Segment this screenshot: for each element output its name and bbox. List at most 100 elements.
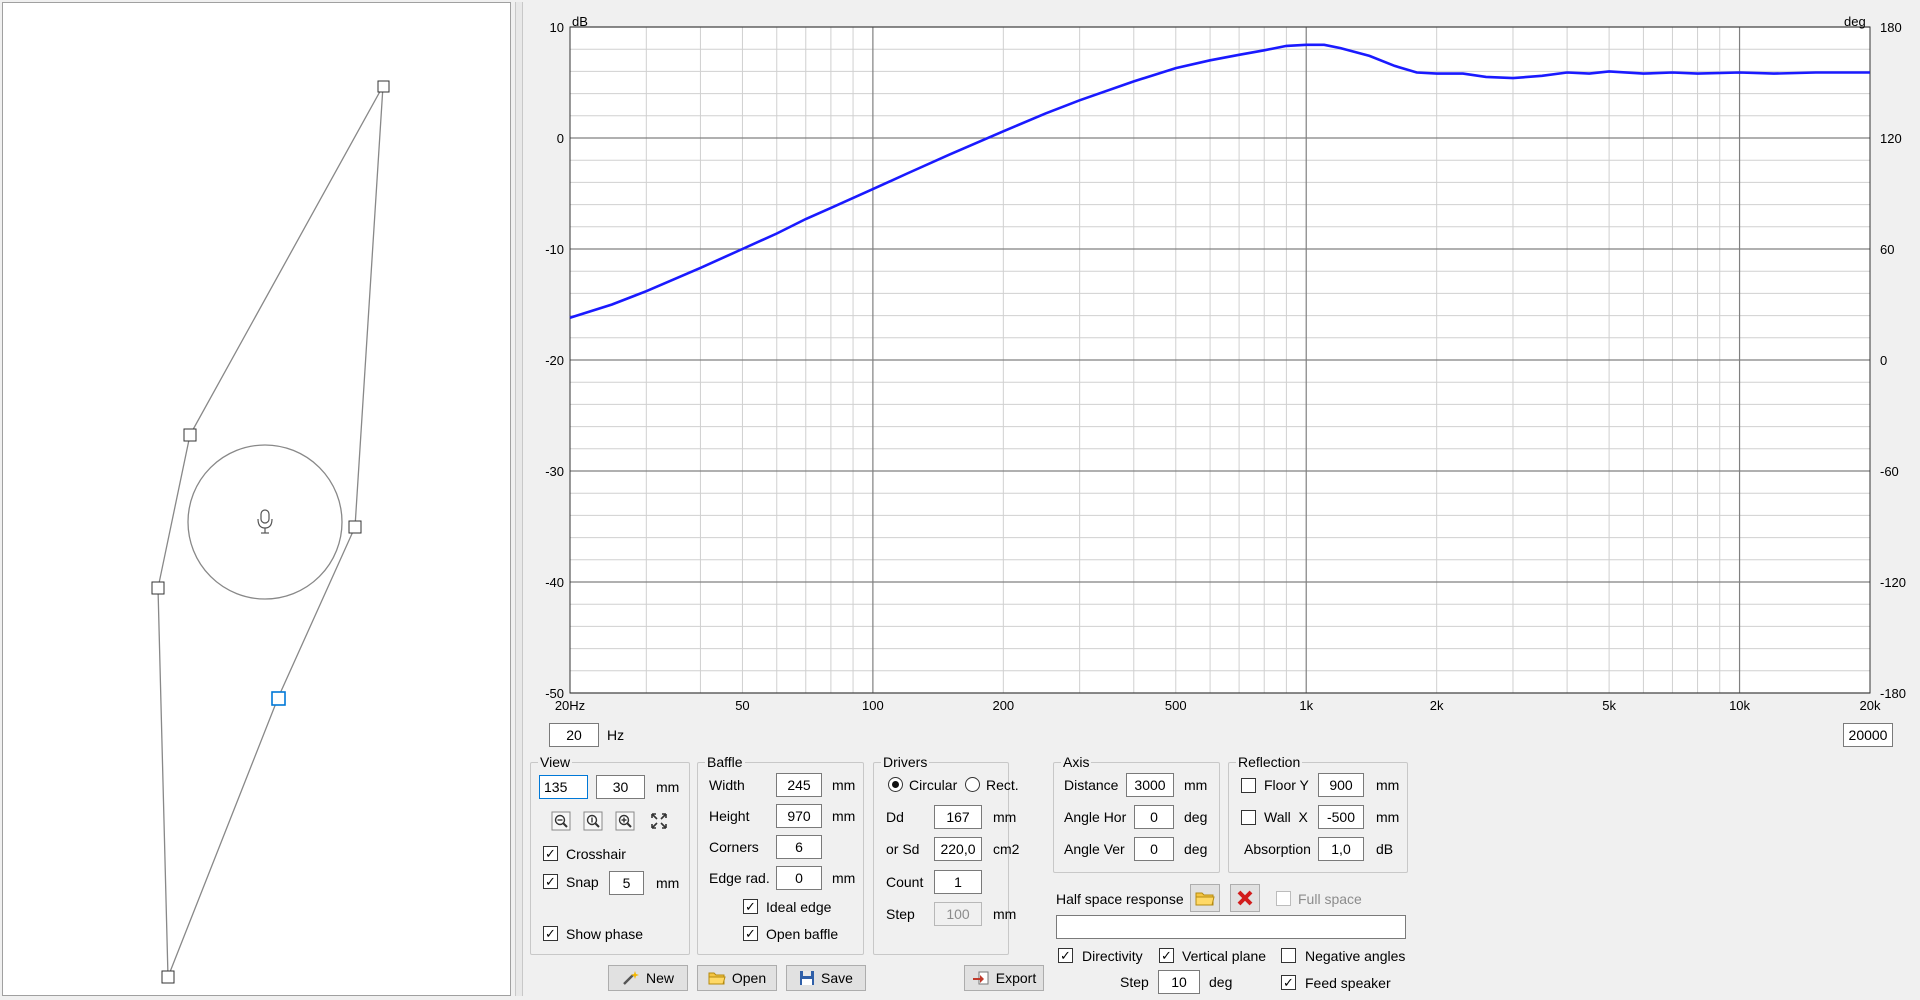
dd-input[interactable] (934, 805, 982, 829)
wall-input[interactable] (1318, 805, 1364, 829)
graph-canvas[interactable]: dB deg 100-10-20-30-40-50 180120600-60-1… (526, 2, 1918, 714)
driver-step-label: Step (886, 906, 915, 922)
directivity-step-unit: deg (1209, 974, 1233, 990)
save-button-label: Save (821, 970, 853, 986)
x-tick-label: 500 (1165, 698, 1187, 713)
corner-handle[interactable] (161, 970, 175, 984)
rect-label: Rect. (986, 777, 1019, 793)
floor-checkbox[interactable] (1241, 778, 1256, 793)
negative-angles-label: Negative angles (1305, 948, 1406, 964)
width-unit: mm (832, 777, 856, 793)
rect-radio[interactable] (965, 777, 980, 792)
left-tick-label: 0 (557, 131, 564, 146)
zoom-fit-icon[interactable] (582, 810, 604, 832)
angle-ver-unit: deg (1184, 841, 1208, 857)
x-tick-label: 50 (735, 698, 749, 713)
corners-input[interactable] (776, 835, 822, 859)
new-button[interactable]: New (608, 965, 688, 991)
directivity-step-input[interactable] (1158, 970, 1200, 994)
snap-input[interactable] (609, 871, 644, 895)
wand-icon (623, 971, 639, 985)
vertical-plane-checkbox[interactable]: ✓ (1159, 948, 1174, 963)
zoom-out-icon[interactable] (550, 810, 572, 832)
ideal-edge-checkbox[interactable]: ✓ (743, 899, 758, 914)
reflection-group-title: Reflection (1236, 754, 1303, 770)
vertical-plane-label: Vertical plane (1182, 948, 1267, 964)
full-space-label: Full space (1298, 891, 1362, 907)
circular-label: Circular (909, 777, 958, 793)
crosshair-label: Crosshair (566, 846, 626, 862)
delete-icon[interactable] (1230, 884, 1260, 912)
directivity-checkbox[interactable]: ✓ (1058, 948, 1073, 963)
height-input[interactable] (776, 804, 822, 828)
driver-step-unit: mm (993, 906, 1017, 922)
show-phase-checkbox[interactable]: ✓ (543, 926, 558, 941)
open-baffle-checkbox[interactable]: ✓ (743, 926, 758, 941)
corner-handle[interactable] (151, 581, 165, 595)
right-tick-label: -180 (1880, 686, 1906, 701)
sd-unit: cm2 (993, 841, 1020, 857)
view-x-input[interactable] (539, 775, 588, 799)
count-input[interactable] (934, 870, 982, 894)
angle-ver-label: Angle Ver (1064, 841, 1125, 857)
view-group-title: View (538, 754, 573, 770)
snap-checkbox[interactable]: ✓ (543, 874, 558, 889)
wall-unit: mm (1376, 809, 1400, 825)
angle-hor-input[interactable] (1134, 805, 1174, 829)
x-tick-label: 200 (992, 698, 1014, 713)
panel-splitter[interactable] (515, 2, 523, 996)
export-button[interactable]: Export (964, 965, 1044, 991)
wall-checkbox[interactable] (1241, 810, 1256, 825)
microphone-icon (257, 509, 273, 534)
baffle-drawing-panel[interactable] (2, 2, 511, 996)
view-y-input[interactable] (596, 775, 645, 799)
edge-radius-input[interactable] (776, 866, 822, 890)
x-tick-label: 100 (862, 698, 884, 713)
angle-ver-input[interactable] (1134, 837, 1174, 861)
x-tick-label: 10k (1729, 698, 1750, 713)
feed-speaker-checkbox[interactable]: ✓ (1281, 975, 1296, 990)
max-frequency-input[interactable] (1843, 723, 1893, 747)
floor-unit: mm (1376, 777, 1400, 793)
folder-icon (708, 972, 726, 985)
fullscreen-icon[interactable] (648, 810, 670, 832)
x-tick-label: 20Hz (555, 698, 585, 713)
save-button[interactable]: Save (786, 965, 866, 991)
sd-label: or Sd (886, 841, 920, 857)
crosshair-checkbox[interactable]: ✓ (543, 846, 558, 861)
feed-speaker-label: Feed speaker (1305, 975, 1391, 991)
corner-handle[interactable] (183, 428, 197, 442)
frequency-response-graph[interactable]: dB deg 10 0 -10 -20 -30 -40 -50 180 120 60 0 -60 -1… (526, 2, 1918, 714)
full-space-checkbox[interactable] (1276, 891, 1291, 906)
export-icon (972, 971, 989, 985)
x-tick-label: 5k (1602, 698, 1616, 713)
absorption-label: Absorption (1244, 841, 1311, 857)
baffle-canvas[interactable] (3, 3, 510, 995)
corner-handle[interactable] (348, 520, 362, 534)
distance-input[interactable] (1126, 773, 1174, 797)
drivers-group-title: Drivers (881, 754, 930, 770)
min-frequency-input[interactable] (549, 723, 599, 747)
corner-handle[interactable] (377, 80, 390, 93)
absorption-input[interactable] (1318, 837, 1364, 861)
open-button-label: Open (731, 970, 767, 986)
corner-handle-selected[interactable] (271, 691, 286, 706)
zoom-in-icon[interactable] (614, 810, 636, 832)
new-button-label: New (645, 970, 674, 986)
snap-unit-label: mm (656, 875, 680, 891)
open-button[interactable]: Open (697, 965, 777, 991)
right-tick-label: -60 (1880, 464, 1899, 479)
width-label: Width (709, 777, 745, 793)
view-unit-label: mm (656, 779, 680, 795)
folder-icon[interactable] (1190, 884, 1220, 912)
absorption-unit: dB (1376, 841, 1394, 857)
right-tick-label: 120 (1880, 131, 1902, 146)
floor-input[interactable] (1318, 773, 1364, 797)
driver-step-input[interactable] (934, 902, 982, 926)
width-input[interactable] (776, 773, 822, 797)
right-tick-label: 60 (1880, 242, 1894, 257)
circular-radio[interactable] (888, 777, 903, 792)
negative-angles-checkbox[interactable] (1281, 948, 1296, 963)
half-space-file-input[interactable] (1056, 915, 1406, 939)
sd-input[interactable] (934, 837, 982, 861)
